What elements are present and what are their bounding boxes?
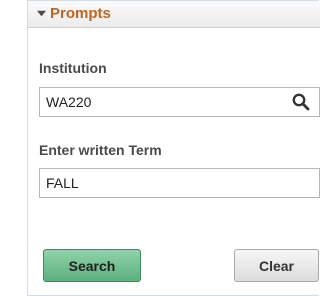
institution-label: Institution — [39, 60, 107, 76]
institution-input[interactable] — [39, 87, 320, 117]
term-input[interactable] — [39, 168, 320, 198]
prompts-title: Prompts — [50, 5, 111, 22]
search-button[interactable]: Search — [43, 249, 141, 282]
term-label: Enter written Term — [39, 142, 162, 158]
prompts-header[interactable]: Prompts — [28, 1, 320, 28]
clear-button[interactable]: Clear — [234, 249, 319, 282]
search-icon[interactable] — [291, 92, 311, 112]
collapse-triangle-icon[interactable] — [37, 9, 46, 18]
prompts-panel: Prompts Institution Enter written Term S… — [27, 0, 320, 296]
